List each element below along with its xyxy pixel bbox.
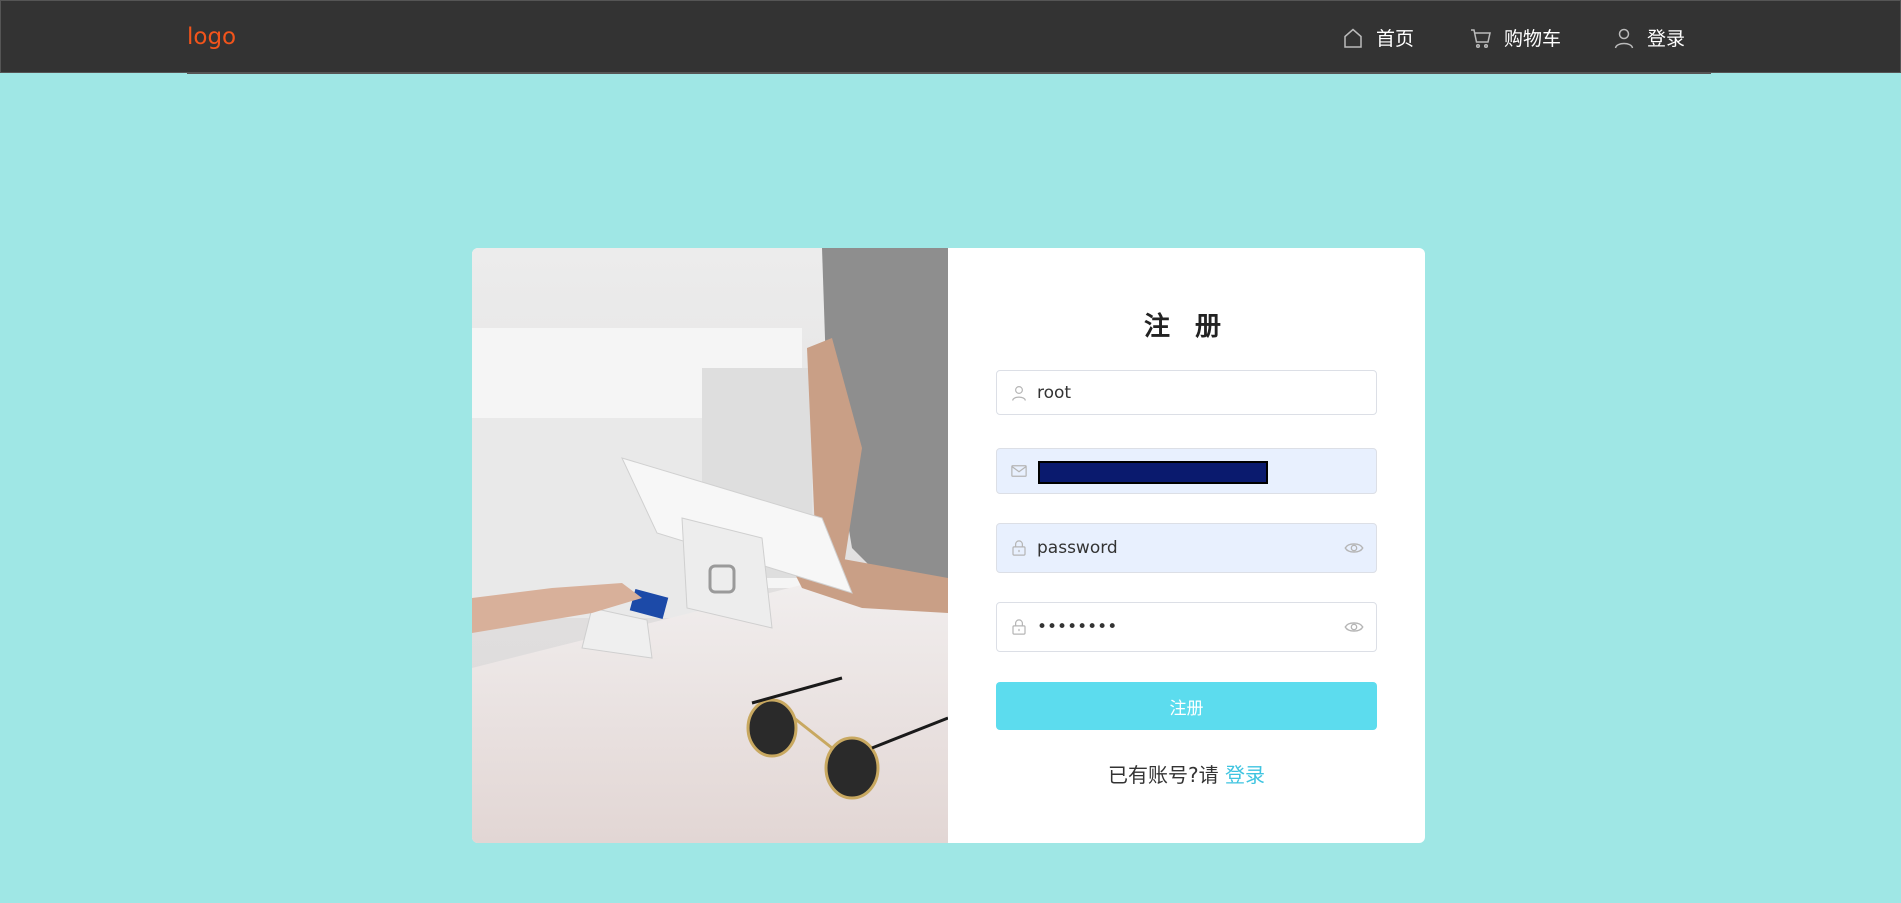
nav-login[interactable]: 登录 [1612,1,1685,74]
register-form: 注 册 root password •••••••• 注册 已有账号?请 登录 [948,248,1425,843]
login-prompt: 已有账号?请 登录 [948,759,1425,788]
eye-icon[interactable] [1344,617,1364,637]
redacted-email-block [1038,461,1268,484]
register-card: 注 册 root password •••••••• 注册 已有账号?请 登录 [472,248,1425,843]
lock-icon [1012,540,1026,556]
user-icon [1012,385,1026,401]
username-input[interactable] [1037,371,1376,414]
lock-icon [1012,619,1026,635]
form-title: 注 册 [1143,312,1230,342]
top-navbar: logo 首页 购物车 登录 [0,0,1901,74]
login-link[interactable]: 登录 [1225,763,1265,787]
password-field[interactable] [996,523,1377,573]
user-icon [1614,28,1634,48]
username-field[interactable] [996,370,1377,415]
logo[interactable]: logo [187,1,236,74]
confirm-password-input[interactable] [1037,603,1344,651]
has-account-text: 已有账号?请 [1108,763,1219,787]
nav-login-label: 登录 [1647,28,1686,50]
mail-icon [1011,465,1027,477]
nav-cart[interactable]: 购物车 [1469,1,1561,74]
home-icon [1344,28,1362,48]
confirm-password-field[interactable] [996,602,1377,652]
cart-icon [1471,28,1491,48]
nav-cart-label: 购物车 [1504,28,1562,50]
password-input[interactable] [1037,524,1344,572]
eye-icon[interactable] [1344,538,1364,558]
email-field[interactable] [996,448,1377,494]
nav-home[interactable]: 首页 [1341,1,1414,74]
checkout-photo [472,248,948,843]
register-button[interactable]: 注册 [996,682,1377,730]
nav-home-label: 首页 [1376,28,1415,50]
